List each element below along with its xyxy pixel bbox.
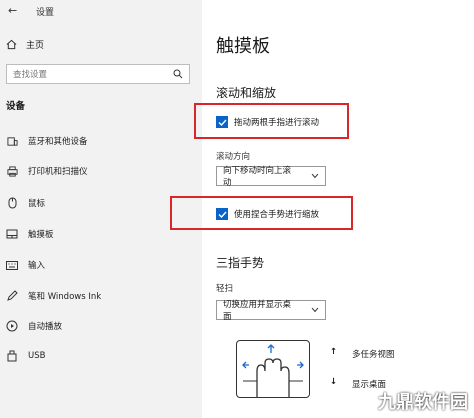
swipe-dropdown[interactable]: 切换应用并显示桌面: [216, 300, 326, 322]
pinch-zoom-checkbox[interactable]: 使用捏合手势进行缩放: [216, 208, 319, 220]
two-finger-scroll-checkbox[interactable]: 拖动两根手指进行滚动: [216, 116, 319, 128]
gesture-up-label: 多任务视图: [352, 350, 395, 360]
scroll-direction-value: 向下移动时向上滚动: [223, 166, 292, 188]
scroll-direction-label: 滚动方向: [216, 152, 251, 162]
three-finger-heading: 三指手势: [216, 256, 265, 270]
sidebar-item-mouse[interactable]: 鼠标: [6, 197, 45, 209]
checkbox-checked[interactable]: [216, 116, 228, 128]
mouse-icon: [8, 197, 16, 209]
arrow-up-icon: ↑: [330, 347, 338, 357]
home-icon: [6, 39, 17, 50]
printer-icon: [6, 165, 18, 177]
pinch-zoom-label: 使用捏合手势进行缩放: [234, 210, 320, 220]
sidebar-item-autoplay[interactable]: 自动播放: [6, 320, 62, 332]
sidebar-item-label: 鼠标: [28, 199, 46, 209]
sidebar-item-pen[interactable]: 笔和 Windows Ink: [6, 290, 101, 302]
sidebar-item-label: 蓝牙和其他设备: [28, 137, 88, 147]
sidebar-item-label: 笔和 Windows Ink: [28, 292, 102, 302]
swipe-label: 轻扫: [216, 284, 234, 294]
sidebar-item-label: USB: [28, 351, 46, 361]
touchpad-icon: [6, 229, 18, 239]
sidebar-item-printer[interactable]: 打印机和扫描仪: [6, 165, 88, 177]
sidebar-item-bluetooth[interactable]: 蓝牙和其他设备: [6, 135, 88, 147]
touchpad-illustration: [236, 340, 310, 398]
search-icon[interactable]: [173, 69, 183, 79]
page-title: 触摸板: [216, 36, 270, 57]
sidebar-item-label: 输入: [28, 261, 46, 271]
sidebar-item-touchpad[interactable]: 触摸板: [6, 228, 54, 240]
sidebar-home[interactable]: 主页: [6, 38, 44, 51]
search-input[interactable]: 查找设置: [6, 64, 190, 84]
checkmark-icon: [218, 119, 227, 126]
checkbox-checked[interactable]: [216, 208, 228, 220]
bluetooth-devices-icon: [6, 136, 18, 146]
sidebar-home-label: 主页: [26, 41, 45, 51]
sidebar-item-label: 触摸板: [28, 230, 54, 240]
sidebar-item-usb[interactable]: USB: [6, 350, 45, 362]
gesture-up-row: ↑ 多任务视图: [330, 347, 395, 360]
checkmark-icon: [218, 211, 227, 218]
sidebar-item-label: 自动播放: [28, 322, 63, 332]
sidebar-item-typing[interactable]: 输入: [6, 259, 45, 271]
keyboard-icon: [6, 260, 18, 270]
chevron-down-icon: [311, 307, 319, 313]
pen-icon: [7, 290, 18, 301]
scroll-zoom-heading: 滚动和缩放: [216, 86, 277, 100]
chevron-down-icon: [311, 173, 319, 179]
swipe-value: 切换应用并显示桌面: [223, 300, 292, 322]
three-finger-gesture-icon: [242, 344, 304, 397]
sidebar-item-label: 打印机和扫描仪: [28, 167, 88, 177]
two-finger-scroll-label: 拖动两根手指进行滚动: [234, 118, 320, 128]
search-placeholder: 查找设置: [13, 70, 48, 80]
app-title: 设置: [36, 8, 55, 18]
autoplay-icon: [6, 320, 18, 332]
watermark: 九鼎软件园: [378, 392, 468, 413]
sidebar-section-title: 设备: [6, 101, 26, 112]
scroll-direction-dropdown[interactable]: 向下移动时向上滚动: [216, 166, 326, 188]
usb-icon: [7, 350, 17, 362]
back-button[interactable]: ←: [8, 4, 17, 17]
arrow-down-icon: ↓: [330, 377, 338, 387]
